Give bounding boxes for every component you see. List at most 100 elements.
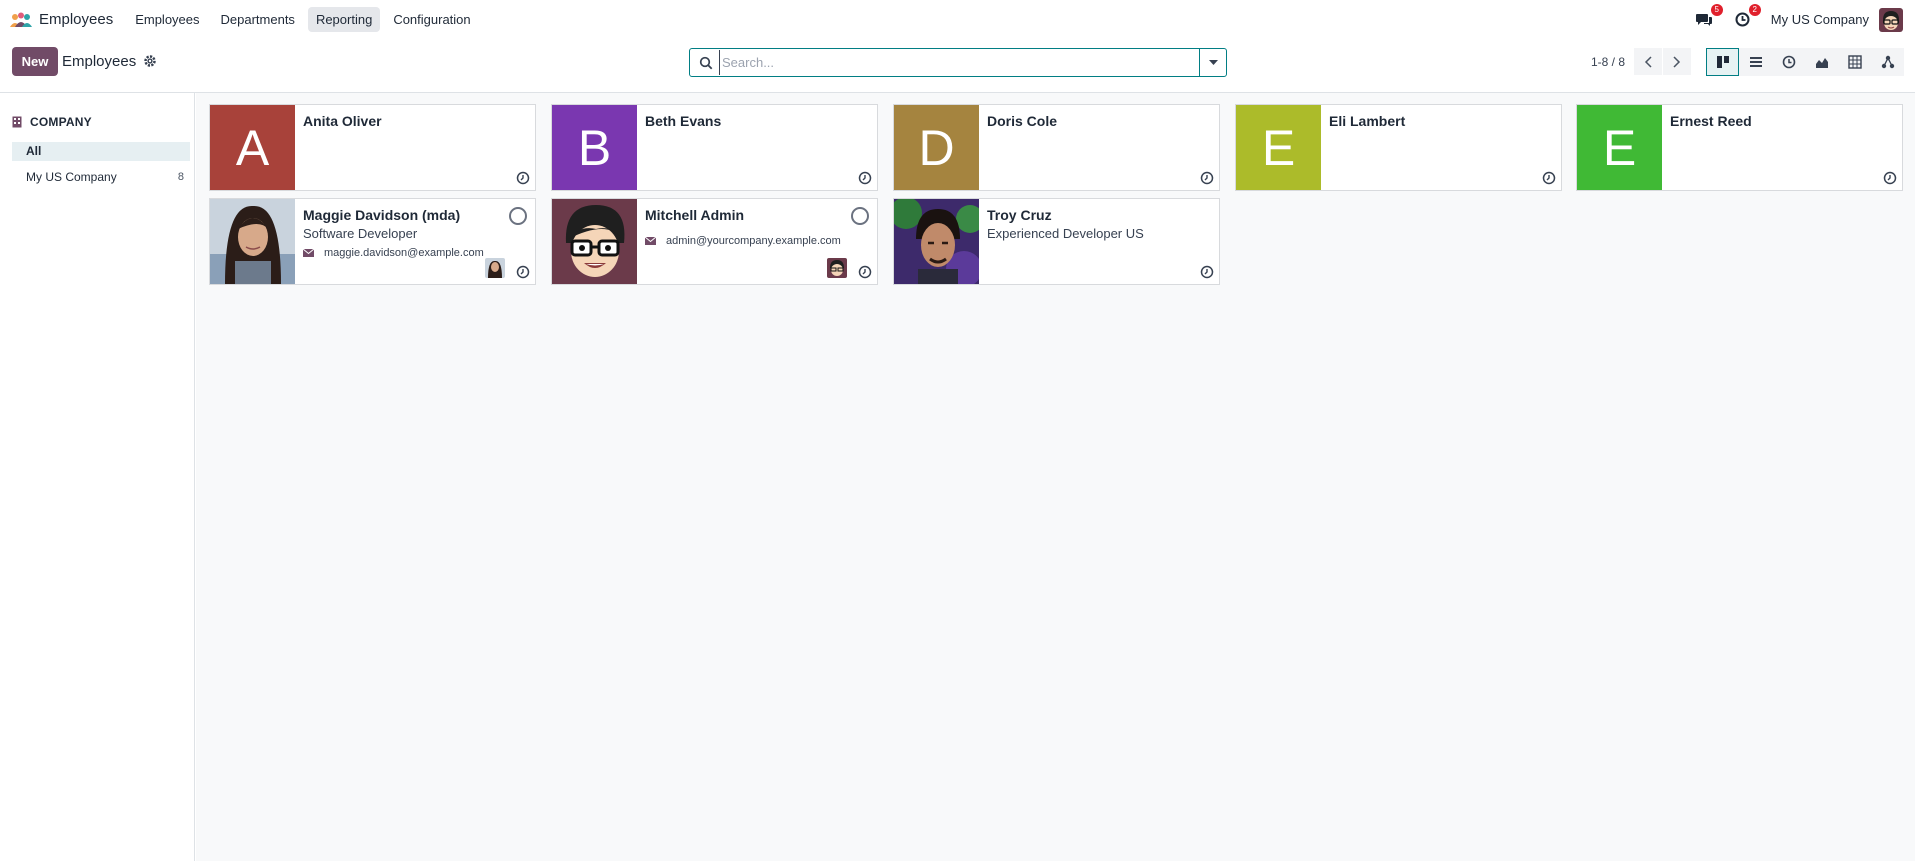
hierarchy-icon	[1881, 55, 1894, 69]
gear-icon[interactable]	[143, 54, 157, 68]
company-filter-header: COMPANY	[12, 115, 92, 129]
avatar-initial: E	[1261, 119, 1296, 176]
activities-badge: 2	[1748, 3, 1761, 16]
employee-avatar: E	[1577, 105, 1662, 190]
filter-item-my-us-company[interactable]: My US Company 8	[12, 168, 190, 187]
presence-status-icon	[851, 207, 869, 225]
related-user-avatar[interactable]	[827, 258, 847, 278]
user-avatar[interactable]	[1879, 7, 1903, 32]
employee-card-ernest-reed[interactable]: E Ernest Reed	[1576, 104, 1903, 191]
kanban-view-button[interactable]	[1706, 48, 1739, 76]
chat-icon	[1696, 14, 1713, 26]
employee-name: Doris Cole	[987, 113, 1058, 129]
employee-card-maggie-davidson[interactable]: Maggie Davidson (mda) Software Developer…	[209, 198, 536, 285]
company-filter-label: COMPANY	[30, 115, 92, 129]
avatar-initial: A	[235, 119, 270, 176]
chevron-left-icon	[1644, 55, 1652, 68]
activity-view-button[interactable]	[1772, 48, 1805, 76]
activity-clock-icon[interactable]	[858, 265, 872, 279]
employee-photo	[894, 199, 979, 284]
activity-clock-icon[interactable]	[1200, 171, 1214, 185]
search-options-toggle[interactable]	[1199, 49, 1226, 76]
graph-view-button[interactable]	[1805, 48, 1838, 76]
employee-email: maggie.davidson@example.com	[324, 247, 484, 259]
activities-button[interactable]: 2	[1733, 3, 1761, 30]
employee-card-mitchell-admin[interactable]: Mitchell Admin admin@yourcompany.example…	[551, 198, 878, 285]
related-user-avatar-image	[485, 258, 505, 278]
app-name: Employees	[39, 11, 114, 28]
employee-name: Mitchell Admin	[645, 207, 745, 223]
messages-badge: 5	[1710, 3, 1723, 16]
menu-departments[interactable]: Departments	[213, 7, 303, 32]
search-icon	[699, 56, 713, 69]
employees-app-icon	[10, 12, 32, 27]
employee-avatar: D	[894, 105, 979, 190]
menu-configuration[interactable]: Configuration	[385, 7, 478, 32]
clock-icon	[1735, 12, 1750, 27]
employee-job-title: Software Developer	[303, 226, 418, 241]
messages-button[interactable]: 5	[1695, 3, 1723, 30]
hierarchy-view-button[interactable]	[1871, 48, 1904, 76]
kanban-area: A Anita Oliver B Beth Evans D Doris Cole…	[196, 93, 1915, 861]
related-user-avatar[interactable]	[485, 258, 505, 278]
employee-photo	[552, 199, 637, 284]
employee-photo	[210, 199, 295, 284]
avatar-initial: E	[1602, 119, 1637, 176]
user-avatar-image	[1879, 7, 1903, 32]
avatar-initial: D	[918, 119, 955, 176]
new-button[interactable]: New	[12, 47, 58, 76]
main-menu: Employees Departments Reporting Configur…	[127, 7, 483, 32]
chevron-right-icon	[1673, 55, 1681, 68]
employee-name: Anita Oliver	[303, 113, 382, 129]
employee-name: Troy Cruz	[987, 207, 1052, 223]
employee-email-row: maggie.davidson@example.com	[303, 247, 484, 259]
envelope-icon	[645, 237, 656, 245]
menu-reporting[interactable]: Reporting	[307, 7, 381, 32]
employee-card-eli-lambert[interactable]: E Eli Lambert	[1235, 104, 1562, 191]
search-panel: COMPANY All My US Company 8	[0, 93, 195, 861]
activity-clock-icon[interactable]	[1200, 265, 1214, 279]
employee-card-troy-cruz[interactable]: Troy Cruz Experienced Developer US	[893, 198, 1220, 285]
filter-item-count: 8	[177, 171, 184, 183]
activity-clock-icon[interactable]	[1542, 171, 1556, 185]
pager-next-button[interactable]	[1663, 48, 1691, 75]
area-chart-icon	[1815, 58, 1828, 68]
menu-employees[interactable]: Employees	[127, 7, 207, 32]
list-view-button[interactable]	[1739, 48, 1772, 76]
employee-name: Maggie Davidson (mda)	[303, 207, 461, 223]
activity-clock-icon[interactable]	[858, 171, 872, 185]
employee-photo-image	[552, 199, 637, 284]
company-switcher[interactable]: My US Company	[1771, 12, 1869, 27]
view-switcher	[1706, 48, 1904, 76]
employee-avatar: E	[1236, 105, 1321, 190]
caret-down-icon	[1208, 59, 1218, 65]
envelope-icon	[303, 249, 314, 257]
activity-clock-icon[interactable]	[1883, 171, 1897, 185]
presence-status-icon	[509, 207, 527, 225]
related-user-avatar-image	[827, 258, 847, 278]
top-navbar: Employees Employees Departments Reportin…	[0, 0, 1915, 39]
list-icon	[1749, 57, 1762, 67]
app-brand[interactable]: Employees	[10, 0, 113, 39]
employee-card-doris-cole[interactable]: D Doris Cole	[893, 104, 1220, 191]
employee-name: Eli Lambert	[1329, 113, 1406, 129]
employee-card-beth-evans[interactable]: B Beth Evans	[551, 104, 878, 191]
pager-previous-button[interactable]	[1634, 48, 1662, 75]
avatar-initial: B	[577, 119, 612, 176]
activity-clock-icon[interactable]	[516, 171, 530, 185]
search-input[interactable]	[719, 50, 1199, 75]
employee-email: admin@yourcompany.example.com	[666, 235, 841, 247]
filter-item-label: All	[26, 144, 42, 158]
kanban-icon	[1716, 56, 1729, 68]
search-bar	[689, 48, 1227, 77]
clock-icon	[1782, 55, 1795, 69]
filter-item-all[interactable]: All	[12, 142, 190, 161]
filter-item-label: My US Company	[26, 170, 117, 184]
activity-clock-icon[interactable]	[516, 265, 530, 279]
pivot-view-button[interactable]	[1838, 48, 1871, 76]
employee-avatar: B	[552, 105, 637, 190]
employee-avatar: A	[210, 105, 295, 190]
employee-card-anita-oliver[interactable]: A Anita Oliver	[209, 104, 536, 191]
employee-name: Beth Evans	[645, 113, 722, 129]
pager-value[interactable]: 1-8 / 8	[1591, 55, 1625, 69]
